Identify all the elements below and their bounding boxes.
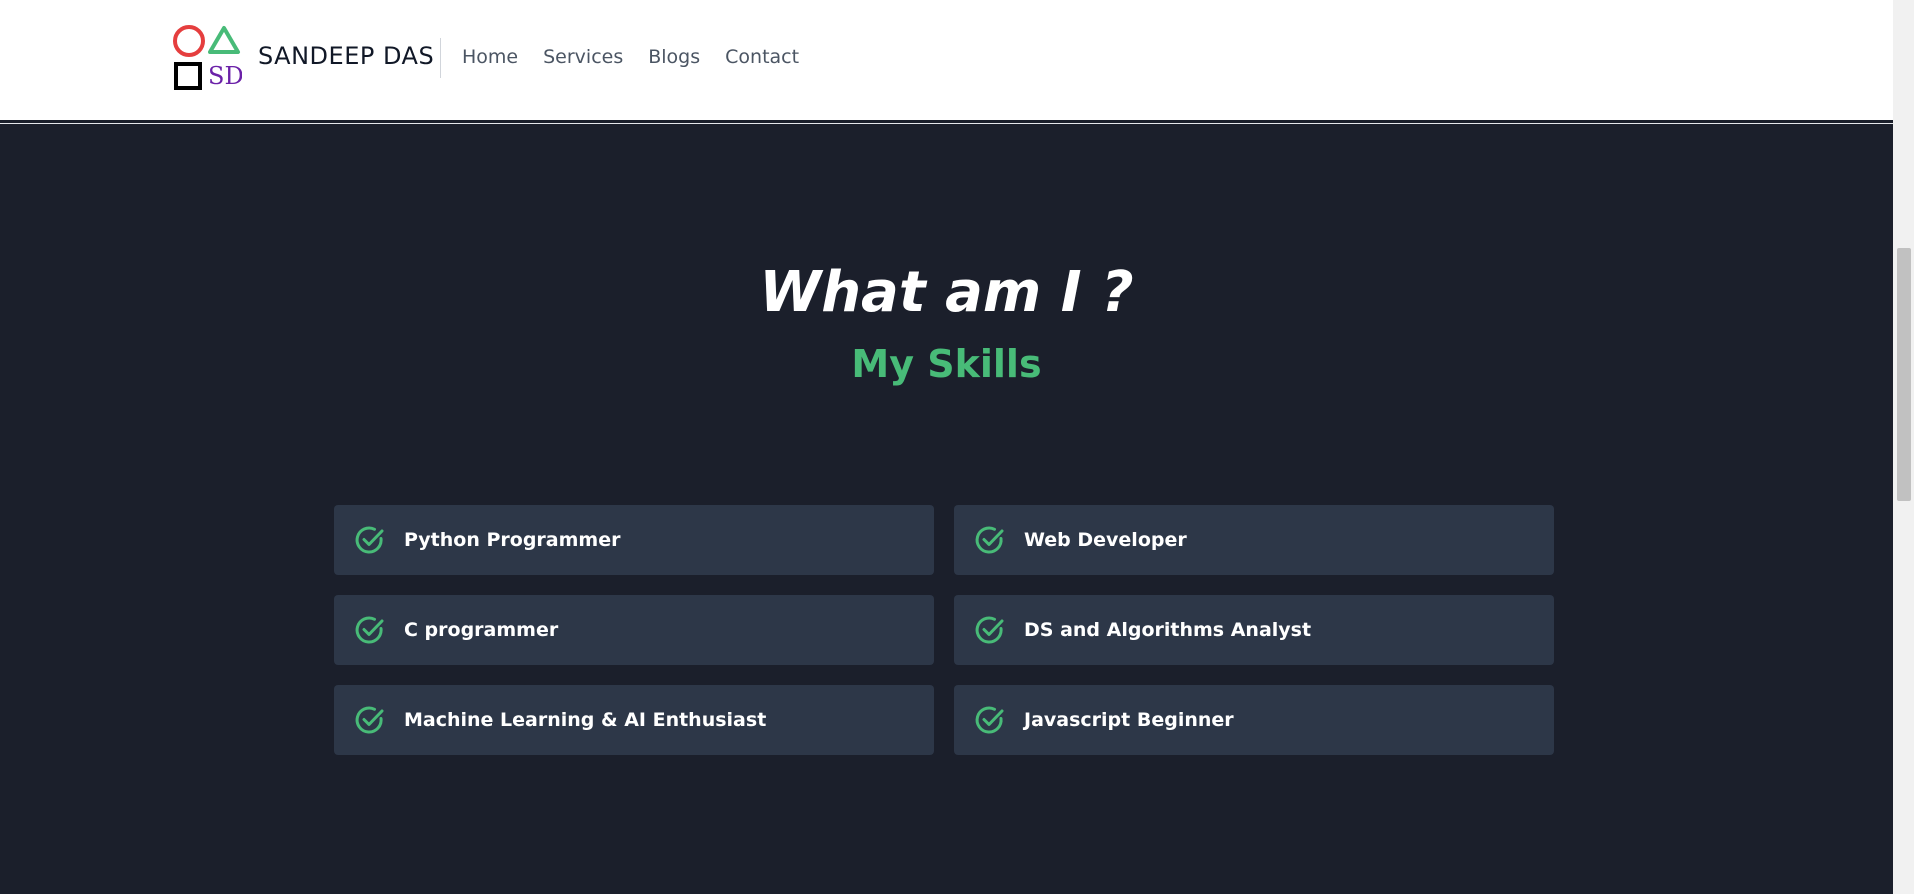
skill-card: C programmer <box>334 595 934 665</box>
site-logo[interactable]: SD <box>172 24 242 92</box>
skill-card: DS and Algorithms Analyst <box>954 595 1554 665</box>
logo-text: SD <box>208 62 242 90</box>
section-title: What am I ? <box>759 260 1134 325</box>
brand-name[interactable]: SANDEEP DAS <box>258 42 434 70</box>
skills-section: What am I ? My Skills Python Programmer … <box>0 124 1893 894</box>
check-circle-icon <box>355 706 384 734</box>
scrollbar[interactable] <box>1893 0 1914 894</box>
skill-label: Web Developer <box>1024 529 1187 551</box>
skill-label: C programmer <box>404 619 559 641</box>
scrollbar-thumb[interactable] <box>1897 248 1911 501</box>
check-circle-icon <box>975 526 1004 554</box>
nav-services[interactable]: Services <box>543 46 623 68</box>
main-nav: Home Services Blogs Contact <box>462 46 799 68</box>
skill-card: Machine Learning & AI Enthusiast <box>334 685 934 755</box>
check-circle-icon <box>355 526 384 554</box>
nav-blogs[interactable]: Blogs <box>648 46 700 68</box>
nav-divider <box>440 38 441 78</box>
skill-card: Python Programmer <box>334 505 934 575</box>
check-circle-icon <box>355 616 384 644</box>
nav-home[interactable]: Home <box>462 46 518 68</box>
skills-grid: Python Programmer Web Developer C progra… <box>334 505 1554 755</box>
check-circle-icon <box>975 616 1004 644</box>
skill-card: Javascript Beginner <box>954 685 1554 755</box>
section-subtitle: My Skills <box>851 342 1042 386</box>
skill-label: Python Programmer <box>404 529 621 551</box>
nav-contact[interactable]: Contact <box>725 46 799 68</box>
site-header: SD SANDEEP DAS Home Services Blogs Conta… <box>0 0 1893 120</box>
skill-label: Javascript Beginner <box>1024 709 1234 731</box>
skill-label: DS and Algorithms Analyst <box>1024 619 1312 641</box>
skill-card: Web Developer <box>954 505 1554 575</box>
check-circle-icon <box>975 706 1004 734</box>
skill-label: Machine Learning & AI Enthusiast <box>404 709 767 731</box>
